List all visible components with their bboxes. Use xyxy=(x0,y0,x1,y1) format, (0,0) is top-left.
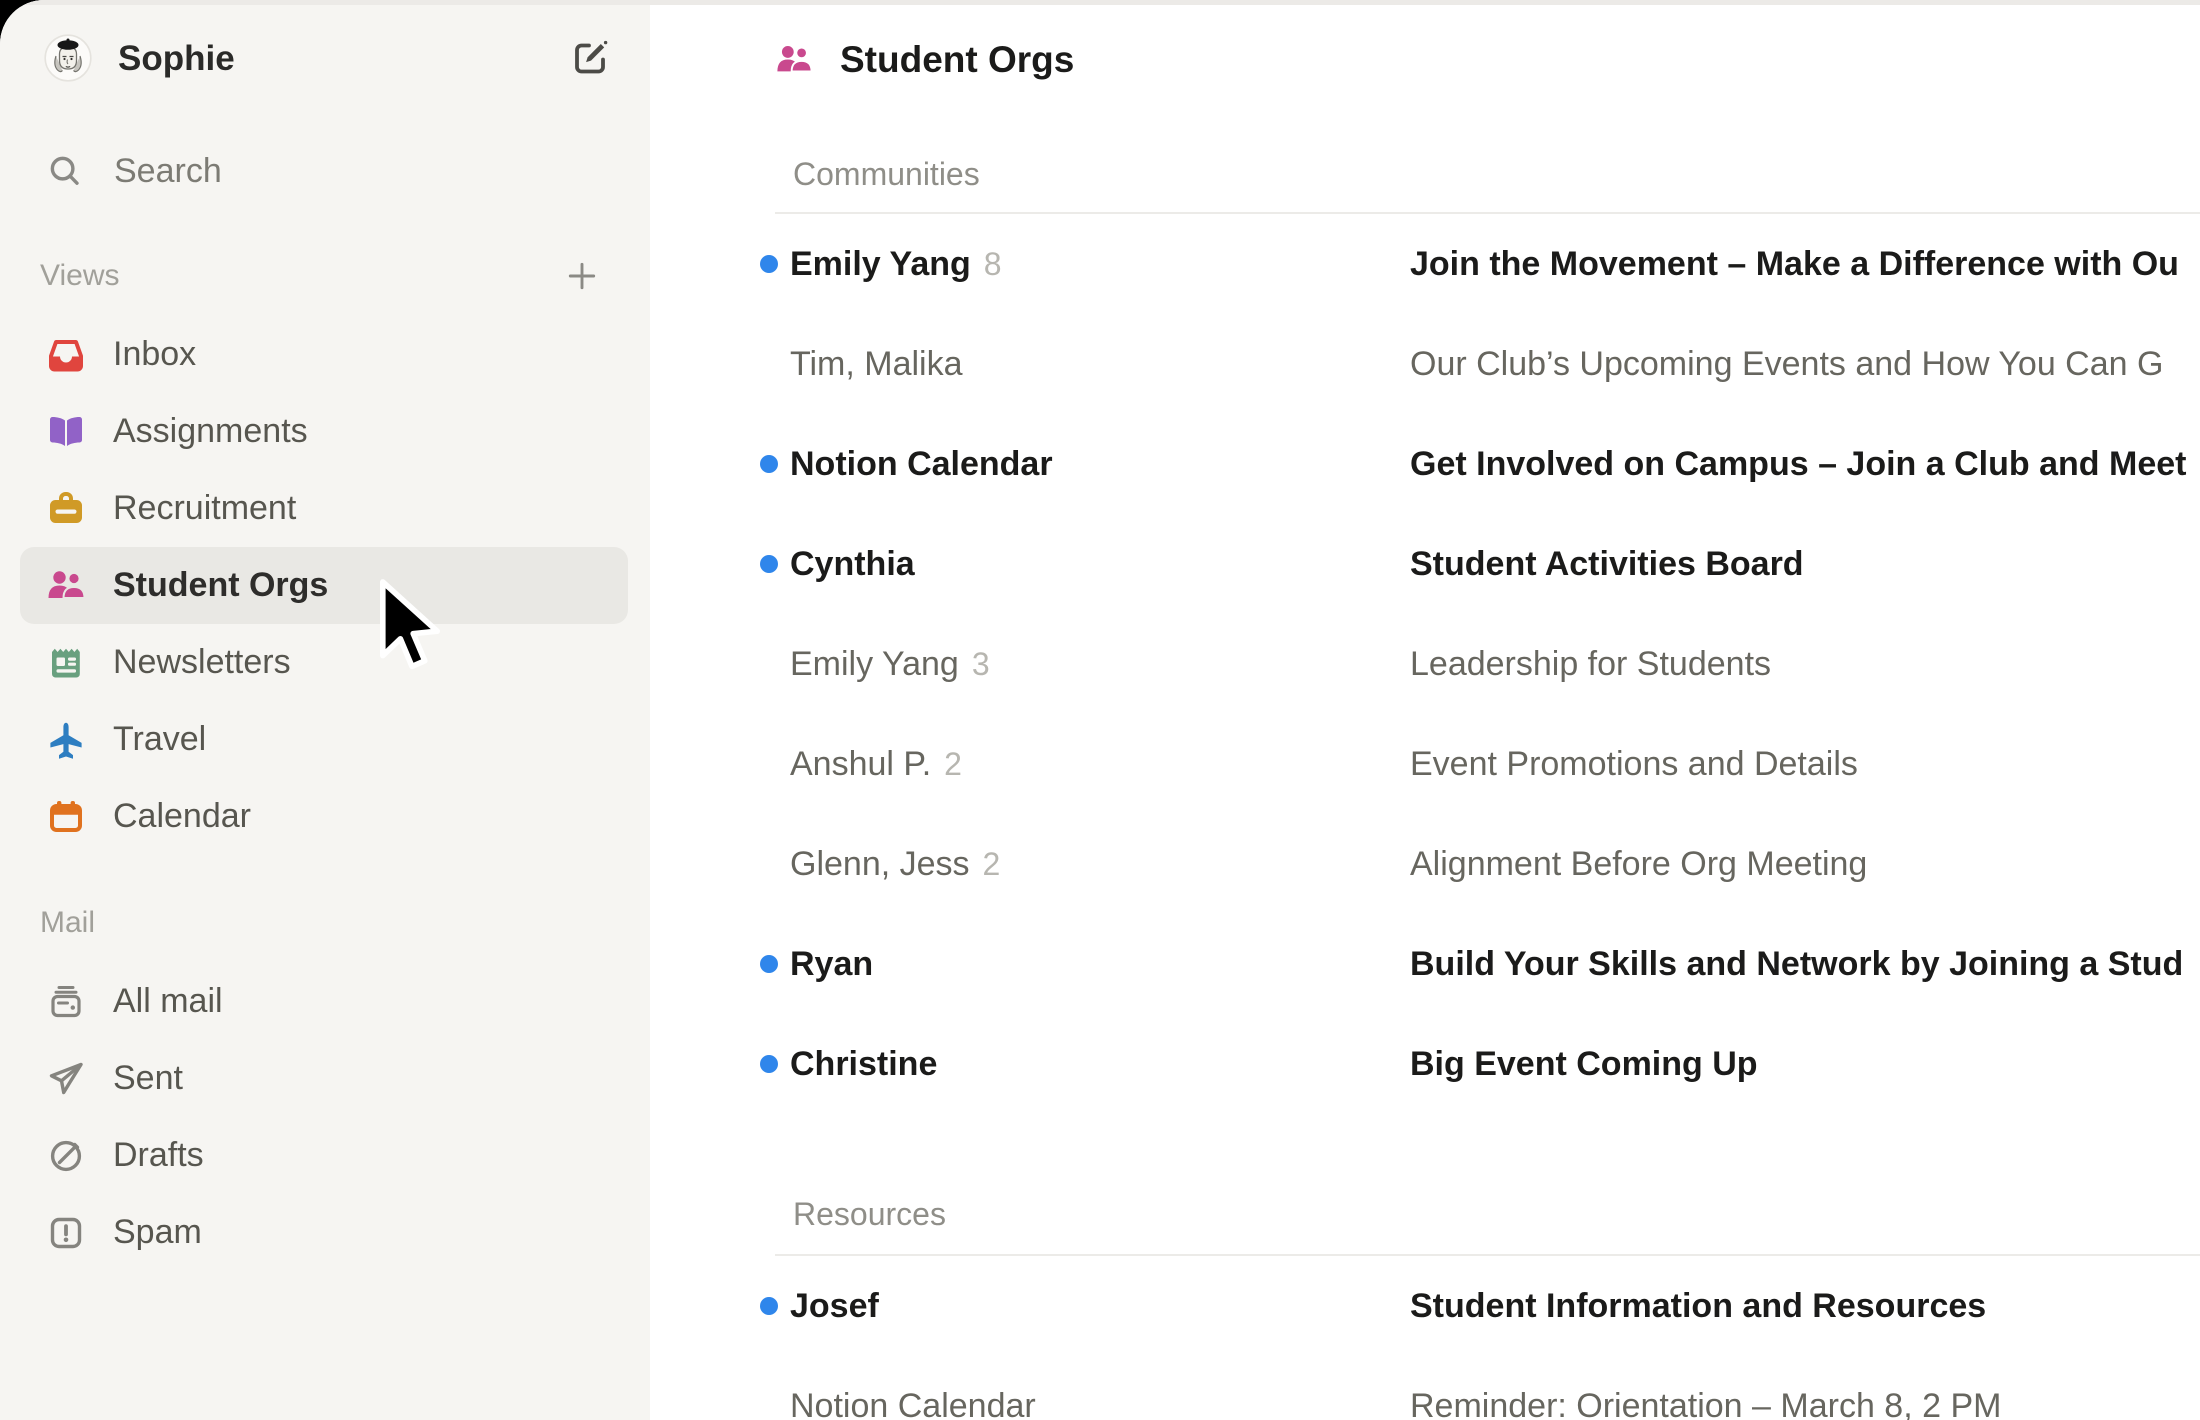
unread-dot xyxy=(760,1297,778,1315)
sidebar-item-label: Travel xyxy=(113,720,206,759)
email-thread-count: 3 xyxy=(972,646,990,682)
email-subject: Student Activities Board xyxy=(1410,543,2200,585)
calendar-icon xyxy=(46,797,86,837)
email-sender: Anshul P.2 xyxy=(790,743,962,785)
inbox-icon xyxy=(46,335,86,375)
pencil-circle-icon xyxy=(46,1136,86,1176)
briefcase-icon xyxy=(46,489,86,529)
sidebar-item-drafts[interactable]: Drafts xyxy=(20,1117,628,1194)
sidebar-item-label: Spam xyxy=(113,1213,202,1252)
sidebar-item-label: Assignments xyxy=(113,412,308,451)
email-list-item[interactable]: Notion Calendar Get Involved on Campus – … xyxy=(650,414,2200,514)
email-list-item[interactable]: Glenn, Jess2 Alignment Before Org Meeting xyxy=(650,814,2200,914)
email-thread-count: 8 xyxy=(984,246,1002,282)
email-sender: Notion Calendar xyxy=(790,443,1053,485)
email-subject: Build Your Skills and Network by Joining… xyxy=(1410,943,2200,985)
email-sender: Tim, Malika xyxy=(790,343,963,385)
search-icon xyxy=(46,152,84,190)
email-sender: Notion Calendar xyxy=(790,1385,1036,1420)
profile-name: Sophie xyxy=(118,36,235,82)
page-title: Student Orgs xyxy=(840,36,1074,84)
email-sender: Emily Yang8 xyxy=(790,243,1002,285)
sidebar-item-all-mail[interactable]: All mail xyxy=(20,963,628,1040)
people-icon xyxy=(46,566,86,606)
email-list-item[interactable]: Anshul P.2 Event Promotions and Details xyxy=(650,714,2200,814)
sidebar-item-inbox[interactable]: Inbox xyxy=(20,316,628,393)
unread-dot xyxy=(760,1055,778,1073)
sidebar-item-spam[interactable]: Spam xyxy=(20,1194,628,1271)
email-sender: Christine xyxy=(790,1043,937,1085)
email-subject: Student Information and Resources xyxy=(1410,1285,2200,1327)
alert-square-icon xyxy=(46,1213,86,1253)
email-list-item[interactable]: Emily Yang3 Leadership for Students xyxy=(650,614,2200,714)
sidebar-item-label: Recruitment xyxy=(113,489,296,528)
email-sender: Josef xyxy=(790,1285,879,1327)
sidebar-item-travel[interactable]: Travel xyxy=(20,701,628,778)
email-list-item[interactable]: Notion Calendar Reminder: Orientation – M… xyxy=(650,1356,2200,1420)
sidebar-item-newsletters[interactable]: Newsletters xyxy=(20,624,628,701)
email-subject: Alignment Before Org Meeting xyxy=(1410,843,2200,885)
plane-icon xyxy=(46,720,86,760)
email-sender: Emily Yang3 xyxy=(790,643,990,685)
email-sender: Cynthia xyxy=(790,543,915,585)
sidebar-item-label: Newsletters xyxy=(113,643,291,682)
email-subject: Big Event Coming Up xyxy=(1410,1043,2200,1085)
paper-plane-icon xyxy=(46,1059,86,1099)
section-label-resources: Resources xyxy=(793,1196,946,1232)
email-subject: Join the Movement – Make a Difference wi… xyxy=(1410,243,2200,285)
unread-dot xyxy=(760,255,778,273)
views-section-header: Views xyxy=(40,258,119,294)
book-icon xyxy=(46,412,86,452)
sidebar-item-sent[interactable]: Sent xyxy=(20,1040,628,1117)
section-label-communities: Communities xyxy=(793,156,980,192)
email-list-item[interactable]: Emily Yang8 Join the Movement – Make a Di… xyxy=(650,214,2200,314)
sidebar-item-label: Calendar xyxy=(113,797,251,836)
sidebar-item-label: Inbox xyxy=(113,335,196,374)
unread-dot xyxy=(760,455,778,473)
email-subject: Get Involved on Campus – Join a Club and… xyxy=(1410,443,2200,485)
email-subject: Event Promotions and Details xyxy=(1410,743,2200,785)
app-window: Sophie Search Views Inbox Assignments Re… xyxy=(0,0,2200,1420)
main-header: Student Orgs xyxy=(775,36,1074,84)
email-list-item[interactable]: Cynthia Student Activities Board xyxy=(650,514,2200,614)
mail-section-header: Mail xyxy=(40,905,95,941)
email-thread-count: 2 xyxy=(944,746,962,782)
email-sender: Glenn, Jess2 xyxy=(790,843,1000,885)
email-list-item[interactable]: Ryan Build Your Skills and Network by Joi… xyxy=(650,914,2200,1014)
sidebar: Sophie Search Views Inbox Assignments Re… xyxy=(0,0,650,1420)
search-button[interactable]: Search xyxy=(0,142,650,200)
email-list-item[interactable]: Christine Big Event Coming Up xyxy=(650,1014,2200,1114)
unread-dot xyxy=(760,555,778,573)
avatar[interactable] xyxy=(44,34,92,82)
sidebar-item-assignments[interactable]: Assignments xyxy=(20,393,628,470)
email-list-item[interactable]: Tim, Malika Our Club’s Upcoming Events an… xyxy=(650,314,2200,414)
search-label: Search xyxy=(114,150,222,192)
sidebar-item-label: Sent xyxy=(113,1059,183,1098)
email-list-item[interactable]: Josef Student Information and Resources xyxy=(650,1256,2200,1356)
sidebar-item-calendar[interactable]: Calendar xyxy=(20,778,628,855)
unread-dot xyxy=(760,955,778,973)
sidebar-item-student-orgs[interactable]: Student Orgs xyxy=(20,547,628,624)
mail-tray-icon xyxy=(46,982,86,1022)
email-subject: Reminder: Orientation – March 8, 2 PM xyxy=(1410,1385,2200,1420)
sidebar-item-label: All mail xyxy=(113,982,223,1021)
email-subject: Leadership for Students xyxy=(1410,643,2200,685)
email-list-pane: Student Orgs Communities Emily Yang8 Join… xyxy=(650,0,2200,1420)
add-view-button[interactable] xyxy=(564,258,600,294)
people-icon xyxy=(775,41,813,79)
window-top-edge xyxy=(0,0,2200,5)
email-sender: Ryan xyxy=(790,943,873,985)
compose-button[interactable] xyxy=(570,38,610,78)
sidebar-item-label: Drafts xyxy=(113,1136,204,1175)
sidebar-item-recruitment[interactable]: Recruitment xyxy=(20,470,628,547)
email-subject: Our Club’s Upcoming Events and How You C… xyxy=(1410,343,2200,385)
newspaper-icon xyxy=(46,643,86,683)
sidebar-item-label: Student Orgs xyxy=(113,566,328,605)
email-thread-count: 2 xyxy=(983,846,1001,882)
